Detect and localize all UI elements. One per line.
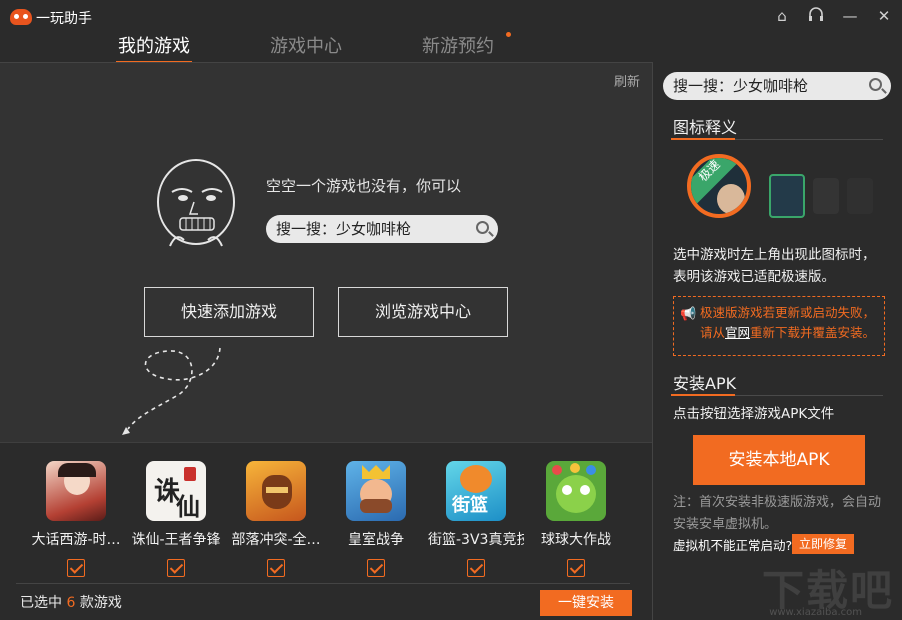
tab-game-center[interactable]: 游戏中心: [270, 32, 342, 58]
megaphone-icon: 📢: [680, 307, 697, 322]
selected-prefix: 已选中: [20, 595, 62, 611]
game-checkbox[interactable]: [267, 559, 285, 577]
game-checkbox[interactable]: [467, 559, 485, 577]
game-item[interactable]: 诛 仙 诛仙-王者争锋: [128, 461, 224, 577]
main-tabs: 我的游戏 游戏中心 新游预约: [0, 28, 652, 64]
meme-face-icon: [157, 159, 235, 247]
game-name: 部落冲突-全…: [231, 532, 321, 548]
tab-new-game-reservation[interactable]: 新游预约: [422, 32, 494, 58]
selected-count: 6: [66, 595, 76, 611]
selected-suffix: 款游戏: [79, 595, 122, 611]
tab-my-games[interactable]: 我的游戏: [116, 32, 192, 64]
game-item[interactable]: 大话西游-时…: [28, 461, 124, 577]
game-checkbox[interactable]: [567, 559, 585, 577]
game-checkbox[interactable]: [167, 559, 185, 577]
empty-state-text: 空空一个游戏也没有，你可以: [266, 177, 462, 195]
game-checkbox[interactable]: [367, 559, 385, 577]
game-icon-clash-of-clans[interactable]: [246, 461, 306, 521]
side-search-input[interactable]: 搜一搜：少女咖啡枪: [663, 72, 891, 100]
speed-version-notice: 📢 极速版游戏若更新或启动失败， 请从官网重新下载并覆盖安装。: [673, 296, 885, 356]
game-name: 大话西游-时…: [31, 532, 121, 548]
dashed-arrow-decoration: [122, 347, 221, 435]
side-panel: 搜一搜：少女咖啡枪 图标释义 极速 选中游戏时左上角出现此图标时，表明该游戏已适…: [652, 62, 902, 620]
quick-add-game-button[interactable]: 快速添加游戏: [144, 287, 314, 337]
notice-line1: 极速版游戏若更新或启动失败，: [700, 305, 876, 320]
legend-description: 选中游戏时左上角出现此图标时，表明该游戏已适配极速版。: [673, 247, 876, 285]
notification-dot: [506, 32, 511, 37]
speed-icon-illustration: 极速: [683, 152, 883, 228]
game-name: 球球大作战: [541, 532, 611, 548]
recommended-games-panel: 大话西游-时… 诛 仙 诛仙-王者争锋 部落冲突-全… 皇室战争 街篮 街篮-3…: [0, 442, 652, 620]
game-icon-ball-battle[interactable]: [546, 461, 606, 521]
headset-support-icon[interactable]: [806, 6, 826, 26]
repair-now-button[interactable]: 立即修复: [792, 534, 854, 554]
game-thumbnail-icon: [769, 174, 805, 218]
game-icon-dahua-xiyou[interactable]: [46, 461, 106, 521]
game-item[interactable]: 街篮 街篮-3V3真竞技: [428, 461, 524, 577]
selected-count-text: 已选中 6 款游戏: [20, 592, 122, 612]
section-divider: [671, 394, 883, 396]
vm-question-text: 虚拟机不能正常启动?: [673, 538, 793, 553]
search-placeholder: 搜一搜：少女咖啡枪: [276, 220, 412, 238]
game-name: 皇室战争: [348, 532, 404, 548]
game-checkbox[interactable]: [67, 559, 85, 577]
one-click-install-button[interactable]: 一键安装: [540, 590, 632, 616]
window-controls: ⌂ — ✕: [772, 6, 894, 26]
game-icon-zhuxian[interactable]: 诛 仙: [146, 461, 206, 521]
game-item[interactable]: 球球大作战: [528, 461, 624, 577]
game-icon-clash-royale[interactable]: [346, 461, 406, 521]
search-icon[interactable]: [869, 78, 882, 91]
watermark-url: www.xiazaiba.com: [769, 607, 862, 618]
official-site-link[interactable]: 官网: [725, 325, 750, 340]
section-divider: [671, 138, 883, 140]
main-content: 刷新 空空一个游戏也没有，你可以 搜一搜：少女咖啡枪 快速添加游戏 浏览游戏中心…: [0, 62, 652, 620]
speed-badge-icon: 极速: [687, 154, 751, 218]
game-icon-street-basketball[interactable]: 街篮: [446, 461, 506, 521]
refresh-link[interactable]: 刷新: [614, 71, 640, 90]
game-thumbnail-icon: [813, 178, 839, 214]
game-thumbnail-icon: [847, 178, 873, 214]
game-item[interactable]: 部落冲突-全…: [228, 461, 324, 577]
minimize-icon[interactable]: —: [840, 6, 860, 26]
app-title: 一玩助手: [36, 11, 92, 27]
game-name: 诛仙-王者争锋: [131, 532, 221, 548]
panel-divider: [16, 583, 630, 584]
gamepad-logo-icon: [10, 9, 32, 25]
home-icon[interactable]: ⌂: [772, 6, 792, 26]
notice-line2-prefix: 请从: [700, 325, 726, 340]
install-apk-title: 安装APK: [673, 374, 737, 393]
main-search-input[interactable]: 搜一搜：少女咖啡枪: [266, 215, 498, 243]
icon-legend-title: 图标释义: [673, 118, 738, 137]
virtual-machine-note: 注：首次安装非极速版游戏，会自动安装安卓虚拟机。: [673, 495, 882, 532]
install-local-apk-button[interactable]: 安装本地APK: [693, 435, 865, 485]
install-apk-description: 点击按钮选择游戏APK文件: [673, 406, 835, 422]
search-placeholder: 搜一搜：少女咖啡枪: [673, 77, 809, 95]
game-item[interactable]: 皇室战争: [328, 461, 424, 577]
close-icon[interactable]: ✕: [874, 6, 894, 26]
notice-line2-suffix: 重新下载并覆盖安装。: [750, 325, 876, 340]
search-icon[interactable]: [476, 221, 489, 234]
browse-game-center-button[interactable]: 浏览游戏中心: [338, 287, 508, 337]
game-name: 街篮-3V3真竞技: [428, 532, 524, 548]
